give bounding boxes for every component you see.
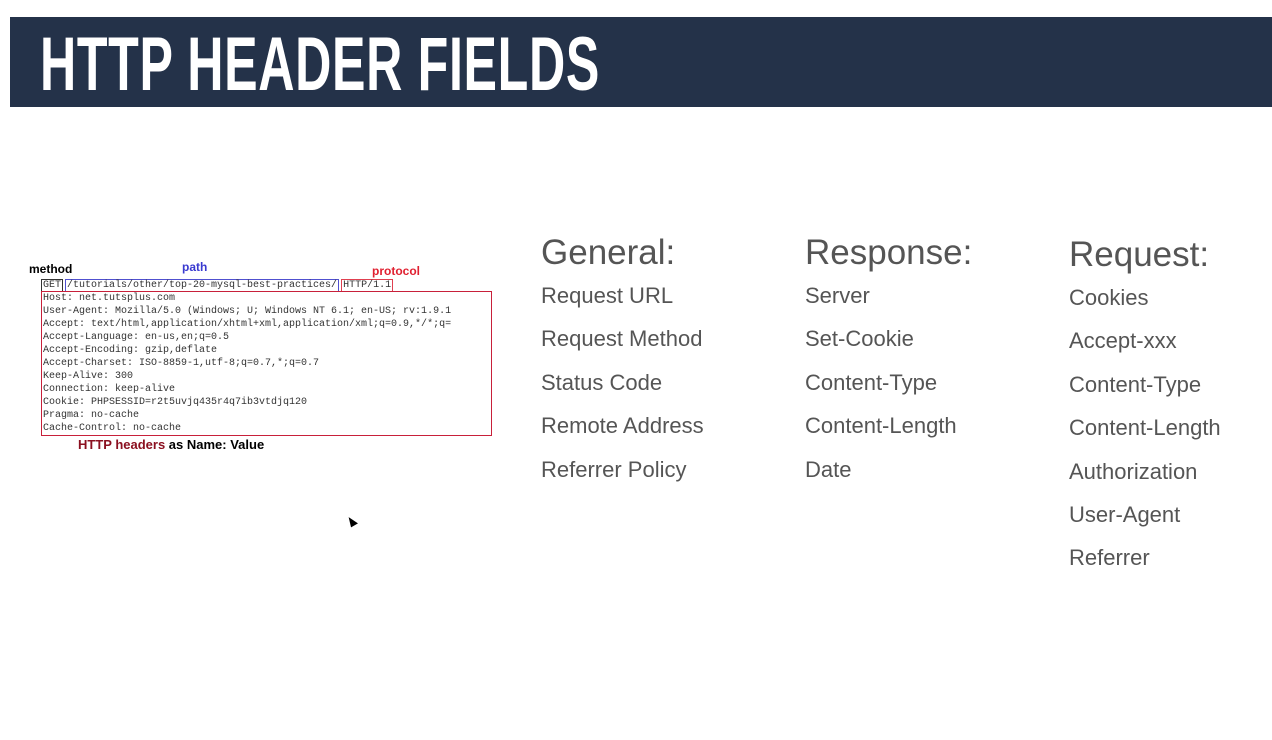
field-item: Remote Address [541,413,704,439]
field-item: Cookies [1069,285,1149,310]
field-item: Date [805,456,852,482]
title-banner: HTTP HEADER FIELDS [10,17,1272,107]
header-line: Connection: keep-alive [43,384,176,395]
caption-rest: as Name: Value [165,437,265,452]
header-line: Accept-Charset: ISO-8859-1,utf-8;q=0.7,*… [43,358,320,369]
request-column: Request: Cookies Accept-xxx Content-Type Con… [1069,235,1221,589]
field-item: Content-Length [805,413,957,439]
method-label: method [29,262,73,276]
header-line: Pragma: no-cache [43,410,140,421]
headers-caption: HTTP headers as Name: Value [78,437,264,452]
column-heading: Request: [1069,235,1210,274]
slide-title: HTTP HEADER FIELDS [40,22,600,107]
field-item: Accept-xxx [1069,328,1177,354]
protocol-label: protocol [372,264,420,278]
field-item: Status Code [541,369,663,395]
general-column: General: Request URL Request Method Status … [541,233,704,500]
field-item: Request Method [541,326,703,352]
path-label: path [182,260,208,274]
headers-box: Host: net.tutsplus.com User-Agent: Mozill… [41,291,492,436]
header-line: Keep-Alive: 300 [43,371,134,382]
column-heading: General: [541,233,676,272]
mouse-cursor-icon [346,514,358,528]
header-line: Accept: text/html,application/xhtml+xml,… [43,319,452,330]
field-item: Authorization [1069,458,1198,484]
header-line: Accept-Encoding: gzip,deflate [43,345,218,356]
header-line: Host: net.tutsplus.com [43,293,176,304]
header-line: Cookie: PHPSESSID=r2t5uvjq435r4q7ib3vtdj… [43,397,308,408]
response-column: Response: Server Set-Cookie Content-Type Con… [805,233,972,500]
field-item: Request URL [541,283,674,308]
field-item: Content-Type [805,369,938,395]
header-line: Cache-Control: no-cache [43,423,182,434]
header-line: User-Agent: Mozilla/5.0 (Windows; U; Win… [43,306,452,317]
field-item: Server [805,283,870,308]
field-item: Referrer [1069,545,1150,571]
header-line: Accept-Language: en-us,en;q=0.5 [43,332,230,343]
field-item: Referrer Policy [541,456,687,482]
caption-highlight: HTTP headers [78,437,166,452]
field-item: Content-Length [1069,415,1221,441]
column-heading: Response: [805,233,973,272]
field-item: Content-Type [1069,371,1202,397]
field-item: User-Agent [1069,501,1181,527]
field-item: Set-Cookie [805,326,914,352]
